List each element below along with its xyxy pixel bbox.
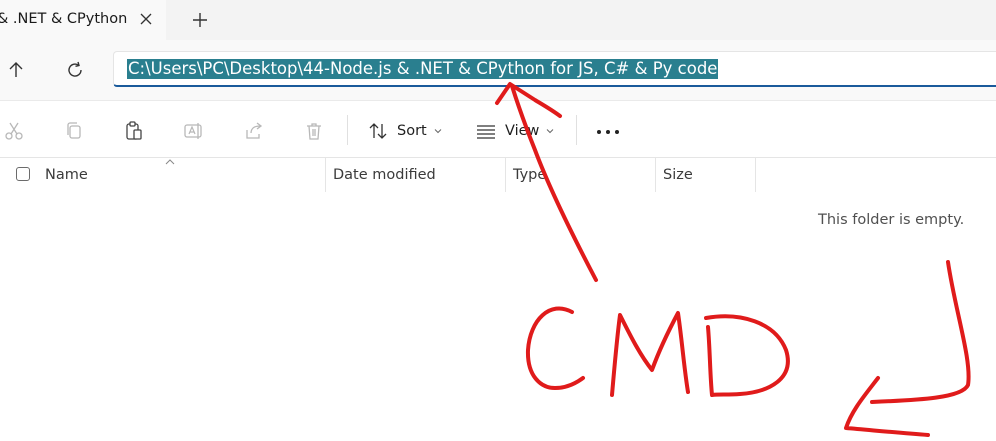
column-divider[interactable] bbox=[655, 158, 656, 192]
column-divider[interactable] bbox=[325, 158, 326, 192]
toolbar-separator bbox=[347, 115, 348, 145]
empty-folder-message: This folder is empty. bbox=[818, 212, 965, 228]
column-header-row: Name Date modified Type Size bbox=[0, 158, 996, 192]
copy-icon[interactable] bbox=[64, 121, 84, 141]
chevron-down-icon bbox=[434, 127, 442, 135]
command-bar: Sort View bbox=[0, 100, 996, 158]
navigation-bar: C:\Users\PC\Desktop\44-Node.js & .NET & … bbox=[0, 40, 996, 100]
cut-icon[interactable] bbox=[4, 121, 24, 141]
arrow-up-icon[interactable] bbox=[5, 59, 27, 81]
annotation-arrow-hook bbox=[870, 260, 971, 404]
tab-title: & .NET & CPython bbox=[0, 11, 128, 27]
annotation-letter-d bbox=[704, 314, 790, 397]
sort-icon bbox=[368, 121, 388, 141]
close-icon[interactable] bbox=[139, 12, 153, 26]
column-header-type[interactable]: Type bbox=[513, 167, 546, 183]
annotation-letter-c bbox=[525, 306, 585, 390]
column-divider[interactable] bbox=[505, 158, 506, 192]
column-header-name[interactable]: Name bbox=[45, 167, 88, 183]
sort-ascending-icon bbox=[165, 158, 175, 166]
annotation-arrowhead-left bbox=[844, 376, 930, 437]
annotation-letter-m bbox=[610, 311, 690, 397]
sort-button[interactable]: Sort bbox=[368, 119, 442, 143]
column-header-date-modified[interactable]: Date modified bbox=[333, 167, 436, 183]
trash-icon[interactable] bbox=[304, 121, 324, 141]
column-header-size[interactable]: Size bbox=[663, 167, 693, 183]
chevron-down-icon bbox=[546, 127, 554, 135]
refresh-icon[interactable] bbox=[64, 59, 86, 81]
paste-icon[interactable] bbox=[124, 121, 144, 141]
address-path[interactable]: C:\Users\PC\Desktop\44-Node.js & .NET & … bbox=[127, 59, 719, 79]
view-icon bbox=[476, 121, 496, 141]
view-label: View bbox=[505, 123, 540, 139]
share-icon[interactable] bbox=[244, 121, 264, 141]
column-divider[interactable] bbox=[755, 158, 756, 192]
sort-label: Sort bbox=[397, 123, 427, 139]
toolbar-separator bbox=[576, 115, 577, 145]
rename-icon[interactable] bbox=[184, 121, 204, 141]
select-all-checkbox[interactable] bbox=[16, 167, 30, 181]
more-icon[interactable] bbox=[596, 129, 620, 135]
view-button[interactable]: View bbox=[476, 119, 554, 143]
tab-current-folder[interactable]: & .NET & CPython bbox=[0, 0, 166, 40]
tab-strip: & .NET & CPython bbox=[0, 0, 996, 40]
plus-icon[interactable] bbox=[192, 12, 208, 28]
address-bar[interactable]: C:\Users\PC\Desktop\44-Node.js & .NET & … bbox=[113, 51, 996, 87]
